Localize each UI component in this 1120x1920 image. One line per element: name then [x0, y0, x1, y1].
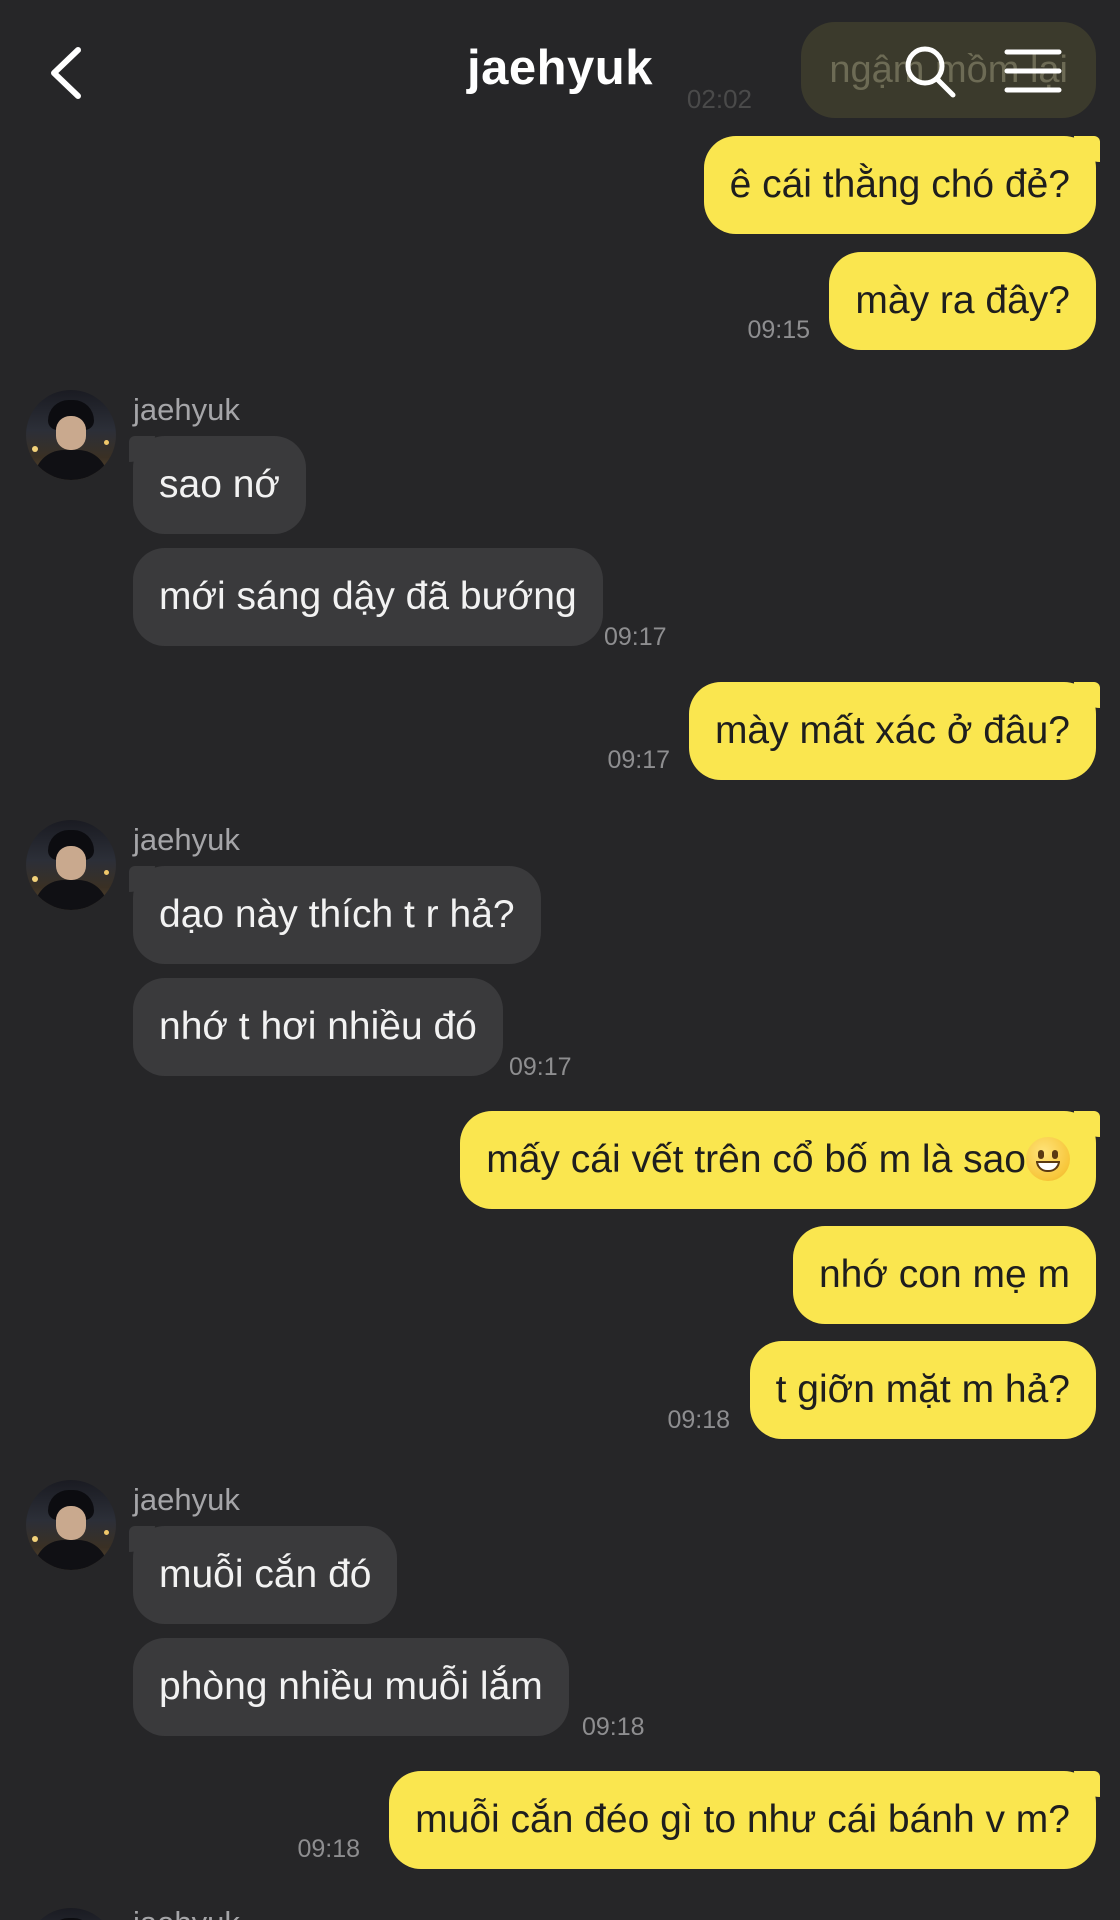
my-message-text: mấy cái vết trên cổ bố m là sao [486, 1138, 1026, 1181]
sender-name: jaehyuk [133, 392, 240, 427]
their-message-bubble[interactable]: mới sáng dậy đã bướng [133, 548, 603, 646]
their-message-bubble[interactable]: phòng nhiều muỗi lắm [133, 1638, 569, 1736]
my-message-bubble[interactable]: mày ra đây? [829, 252, 1096, 350]
my-message-bubble[interactable]: t giỡn mặt m hả? [749, 1341, 1096, 1439]
their-message-bubble[interactable]: nhớ t hơi nhiều đó [133, 978, 503, 1076]
search-icon[interactable] [900, 42, 960, 102]
hamburger-menu-icon[interactable] [1004, 46, 1062, 96]
message-time: 09:17 [604, 623, 667, 651]
message-time: 09:18 [297, 1835, 360, 1863]
my-message-bubble[interactable]: mấy cái vết trên cổ bố m là sao [460, 1111, 1100, 1209]
their-message-bubble[interactable]: dạo này thích t r hả? [129, 866, 541, 964]
their-message-bubble[interactable]: muỗi cắn đó [128, 1526, 398, 1624]
message-time: 09:18 [582, 1713, 645, 1741]
message-time: 09:15 [747, 316, 810, 344]
chat-header: jaehyuk [0, 0, 1120, 140]
grinning-face-emoji-icon [1026, 1137, 1070, 1181]
contact-avatar[interactable] [26, 1908, 116, 1920]
their-message-bubble[interactable]: sao nớ [129, 436, 306, 534]
sender-name: jaehyuk [133, 1482, 240, 1517]
sender-name: jaehyuk [133, 1905, 240, 1920]
message-time: 09:17 [607, 746, 670, 774]
message-time: 09:18 [667, 1406, 730, 1434]
contact-avatar[interactable] [26, 820, 116, 910]
contact-avatar[interactable] [26, 1480, 116, 1570]
my-message-bubble[interactable]: ê cái thằng chó đẻ? [703, 136, 1101, 234]
contact-avatar[interactable] [26, 390, 116, 480]
my-message-bubble[interactable]: nhớ con mẹ m [792, 1226, 1096, 1324]
my-message-bubble[interactable]: muỗi cắn đéo gì to như cái bánh v m? [389, 1771, 1100, 1869]
sender-name: jaehyuk [133, 822, 240, 857]
message-time: 09:17 [509, 1053, 572, 1081]
my-message-bubble[interactable]: mày mất xác ở đâu? [688, 682, 1101, 780]
chat-screen: ngậm mồm lại 02:02 jaehyuk ê cái thằng c… [0, 0, 1120, 1920]
